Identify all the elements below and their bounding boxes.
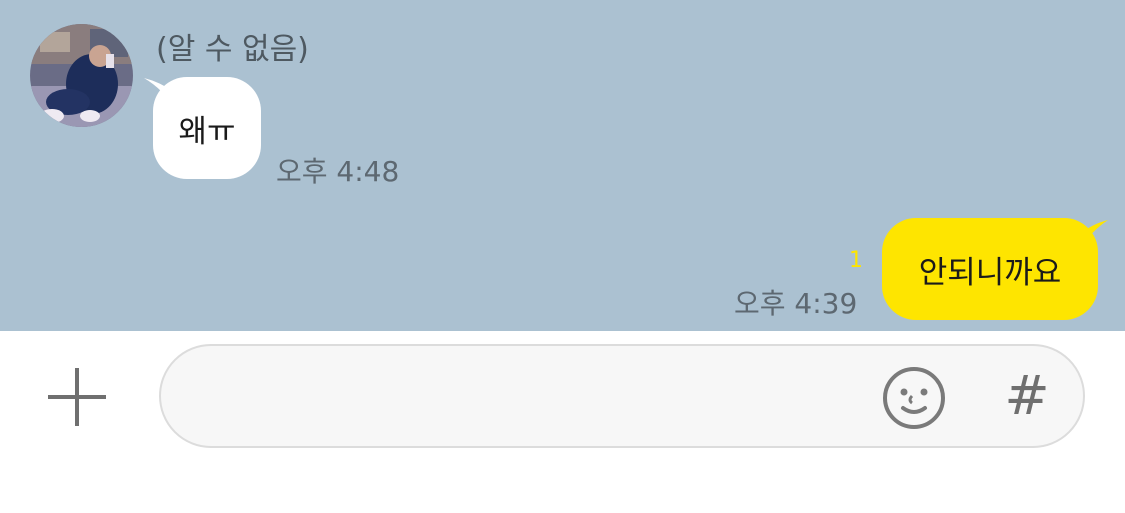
- incoming-message-time: 오후 4:48: [276, 155, 400, 188]
- message-input[interactable]: [159, 344, 1085, 448]
- avatar[interactable]: [30, 24, 133, 127]
- chat-area[interactable]: (알 수 없음) 왜ㅠ 오후 4:48 1 오후 4:39 안되니까요: [0, 0, 1125, 331]
- unread-count: 1: [849, 248, 863, 273]
- sender-name: (알 수 없음): [156, 32, 309, 67]
- incoming-message-bubble[interactable]: 왜ㅠ: [153, 77, 261, 179]
- hashtag-search-button[interactable]: #: [1003, 366, 1051, 426]
- outgoing-message-bubble[interactable]: 안되니까요: [882, 218, 1098, 320]
- incoming-message-text: 왜ㅠ: [178, 113, 236, 150]
- avatar-photo: [30, 24, 133, 127]
- plus-icon[interactable]: [48, 368, 106, 426]
- outgoing-message-time: 오후 4:39: [734, 287, 858, 320]
- emoji-icon[interactable]: [882, 366, 946, 430]
- outgoing-message-text: 안되니까요: [918, 254, 1062, 291]
